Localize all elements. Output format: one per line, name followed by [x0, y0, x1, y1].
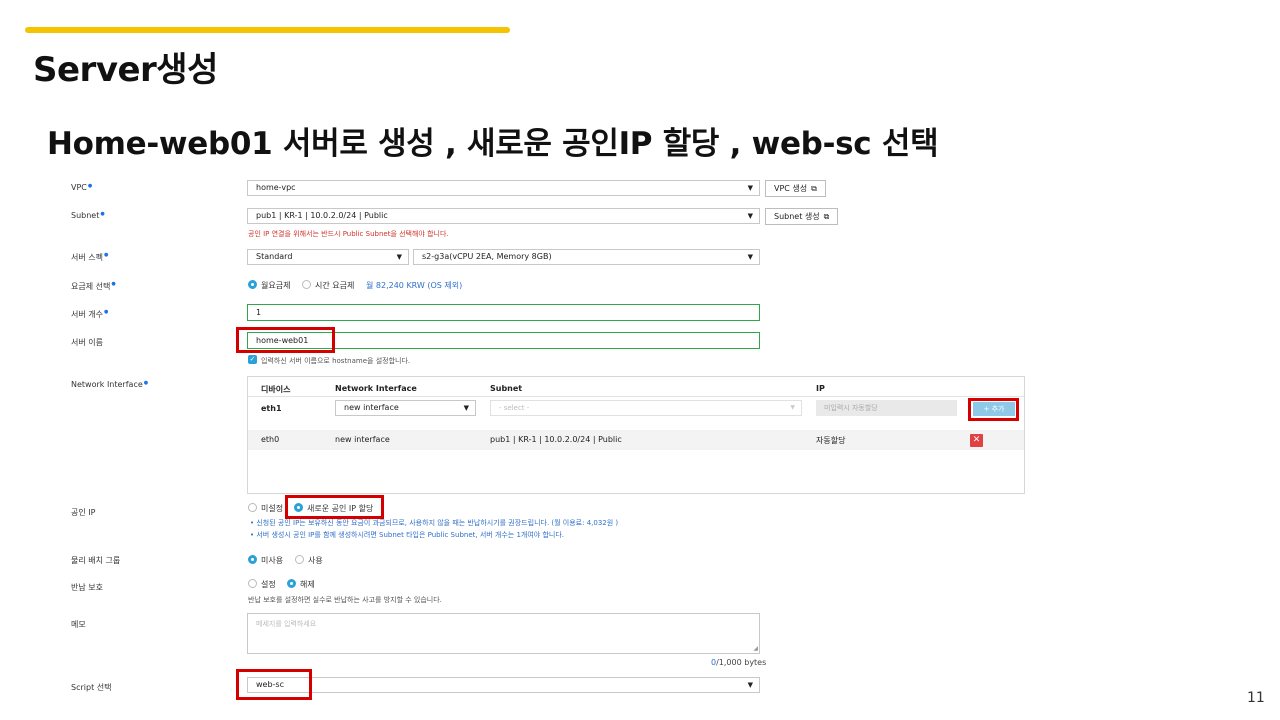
column-device: 디바이스 [261, 385, 291, 394]
subnet-warning: 공인 IP 연결을 위해서는 반드시 Public Subnet을 선택해야 합… [248, 230, 449, 238]
resize-handle-icon[interactable]: ◢ [753, 645, 758, 652]
title-accent-bar [25, 27, 510, 33]
script-highlight [236, 669, 312, 700]
memo-label: 메모 [71, 620, 86, 629]
dropdown-arrow-icon: ▼ [396, 253, 402, 261]
new-ip-placeholder: 미입력시 자동할당 [824, 404, 878, 412]
column-network-interface: Network Interface [335, 384, 417, 393]
public-ip-none-radio[interactable] [248, 503, 257, 512]
subnet-label: Subnet [71, 211, 105, 220]
table-divider [248, 396, 1024, 397]
placement-off-label: 미사용 [261, 556, 284, 565]
hostname-checkbox[interactable]: ✓ [248, 355, 257, 364]
server-count-value: 1 [256, 308, 262, 317]
server-spec-value: s2-g3a(vCPU 2EA, Memory 8GB) [422, 252, 552, 261]
new-interface-select[interactable]: new interface ▼ [335, 400, 476, 416]
dropdown-arrow-icon: ▼ [790, 404, 795, 411]
external-link-icon: ⧉ [823, 212, 830, 221]
return-unset-radio[interactable] [287, 579, 296, 588]
subnet-value: pub1 | KR-1 | 10.0.2.0/24 | Public [256, 211, 388, 220]
public-ip-note-2-text: 서버 생성시 공인 IP를 함께 생성하시려면 Subnet 타입은 Publi… [256, 531, 565, 539]
public-ip-highlight [285, 495, 384, 519]
memo-placeholder: 메세지를 입력하세요 [256, 620, 317, 628]
create-subnet-label: Subnet 생성 [774, 212, 820, 221]
server-name-label: 서버 이름 [71, 338, 103, 347]
server-spec-select[interactable]: s2-g3a(vCPU 2EA, Memory 8GB) ▼ [413, 249, 760, 265]
memo-counter: 0/1,000 bytes [711, 658, 766, 667]
new-ip-input[interactable]: 미입력시 자동할당 [816, 400, 957, 416]
script-select[interactable]: web-sc ▼ [247, 677, 760, 693]
slide-title: Server생성 [33, 50, 218, 90]
placement-on-label: 사용 [308, 556, 323, 565]
billing-label: 요금제 선택 [71, 281, 116, 292]
billing-monthly-radio[interactable] [248, 280, 257, 289]
vpc-value: home-vpc [256, 183, 296, 192]
delete-interface-button[interactable]: ✕ [970, 434, 983, 447]
public-ip-none-label: 미설정 [261, 504, 284, 513]
new-subnet-select[interactable]: - select - ▼ [490, 400, 802, 416]
vpc-select[interactable]: home-vpc ▼ [247, 180, 760, 196]
page-number: 11 [1247, 690, 1265, 706]
hostname-note: 입력하신 서버 이름으로 hostname을 설정합니다. [261, 357, 411, 365]
row-subnet: pub1 | KR-1 | 10.0.2.0/24 | Public [490, 435, 622, 444]
row-ip: 자동할당 [816, 436, 846, 445]
public-ip-label: 공인 IP [71, 508, 96, 517]
dropdown-arrow-icon: ▼ [747, 681, 753, 689]
return-protection-note: 반납 보호를 설정하면 실수로 반납하는 사고를 방지할 수 있습니다. [248, 596, 442, 604]
external-link-icon: ⧉ [811, 184, 817, 193]
script-label: Script 선택 [71, 683, 112, 692]
placement-off-radio[interactable] [248, 555, 257, 564]
return-unset-label: 해제 [300, 580, 315, 589]
server-type-select[interactable]: Standard ▼ [247, 249, 409, 265]
placement-on-radio[interactable] [295, 555, 304, 564]
placement-group-label: 물리 배치 그룹 [71, 556, 121, 565]
row-device: eth0 [261, 435, 280, 444]
column-ip: IP [816, 384, 825, 393]
billing-hourly-label: 시간 요금제 [315, 281, 355, 290]
public-ip-note-2: • 서버 생성시 공인 IP를 함께 생성하시려면 Subnet 타입은 Pub… [250, 531, 565, 539]
new-subnet-placeholder: - select - [499, 404, 530, 412]
dropdown-arrow-icon: ▼ [747, 212, 753, 220]
server-spec-label: 서버 스펙 [71, 252, 108, 263]
vpc-label: VPC [71, 183, 92, 192]
return-set-radio[interactable] [248, 579, 257, 588]
row-interface: new interface [335, 435, 390, 444]
server-count-input[interactable]: 1 [247, 304, 760, 321]
new-interface-value: new interface [344, 403, 399, 412]
dropdown-arrow-icon: ▼ [747, 184, 753, 192]
create-vpc-button[interactable]: VPC 생성 ⧉ [765, 180, 826, 197]
network-interface-label: Network Interface [71, 380, 148, 389]
memo-limit: /1,000 bytes [716, 658, 767, 667]
billing-price: 월 82,240 KRW (OS 제외) [366, 281, 463, 290]
billing-monthly-label: 월요금제 [261, 281, 291, 290]
dropdown-arrow-icon: ▼ [747, 253, 753, 261]
memo-textarea[interactable]: 메세지를 입력하세요 ◢ [247, 613, 760, 654]
return-protection-label: 반납 보호 [71, 583, 103, 592]
server-type-value: Standard [256, 252, 293, 261]
public-ip-note-1-text: 신청된 공인 IP는 보유하신 동안 요금이 과금되므로, 사용하지 않을 때는… [256, 519, 619, 527]
subnet-select[interactable]: pub1 | KR-1 | 10.0.2.0/24 | Public ▼ [247, 208, 760, 224]
slide-subtitle: Home-web01 서버로 생성 , 새로운 공인IP 할당 , web-sc… [47, 126, 939, 162]
column-subnet: Subnet [490, 384, 523, 393]
billing-hourly-radio[interactable] [302, 280, 311, 289]
return-set-label: 설정 [261, 580, 276, 589]
server-name-highlight [236, 327, 335, 353]
new-row-device: eth1 [261, 404, 282, 413]
public-ip-note-1: • 신청된 공인 IP는 보유하신 동안 요금이 과금되므로, 사용하지 않을 … [250, 519, 619, 527]
server-count-label: 서버 개수 [71, 309, 108, 320]
add-button-highlight [968, 398, 1019, 421]
create-subnet-button[interactable]: Subnet 생성 ⧉ [765, 208, 839, 225]
dropdown-arrow-icon: ▼ [463, 404, 469, 412]
create-vpc-label: VPC 생성 [774, 184, 808, 193]
